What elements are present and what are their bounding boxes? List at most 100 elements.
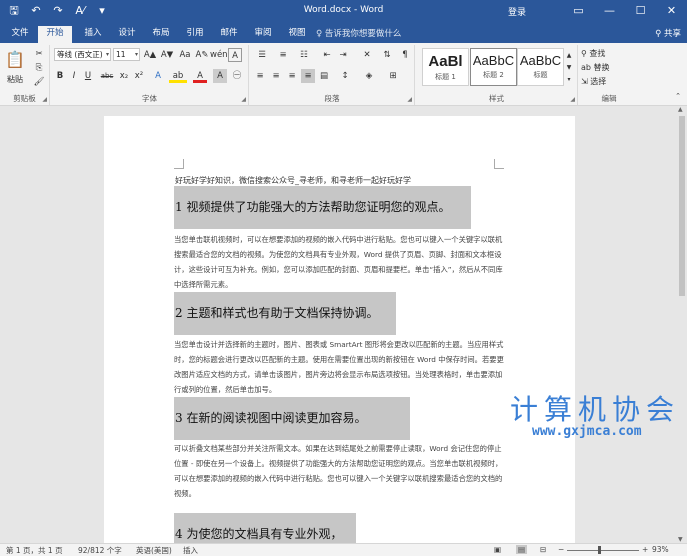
word-count[interactable]: 92/812 个字 [78, 545, 122, 556]
vertical-scrollbar[interactable]: ▲ ▼ [677, 106, 687, 543]
font-name-select[interactable]: 等线 (西文正) ▾ [54, 48, 111, 61]
superscript-button[interactable]: x² [132, 69, 146, 83]
paragraph-shading-icon[interactable]: ◈ [360, 69, 378, 83]
paragraph-group-label: 段落 [324, 94, 340, 103]
page-count[interactable]: 第 1 页，共 1 页 [6, 545, 63, 556]
scroll-up-icon[interactable]: ▲ [678, 106, 683, 113]
body-paragraph-2[interactable]: 当您单击设计并选择新的主题时，图片、图表或 SmartArt 图形将会更改以匹配… [174, 338, 507, 398]
font-color-button[interactable]: A [193, 69, 207, 83]
replace-button[interactable]: ab 替换 [581, 61, 637, 75]
heading-3[interactable]: 3 在新的阅读视图中阅读更加容易。 [174, 397, 410, 440]
bullets-icon[interactable]: ☰ [253, 48, 271, 62]
italic-button[interactable]: I [68, 69, 80, 83]
zoom-slider-thumb[interactable] [598, 546, 601, 554]
tab-review[interactable]: 审阅 [246, 26, 280, 43]
align-center-icon[interactable]: ≡ [269, 69, 283, 83]
font-size-select[interactable]: 11 ▾ [113, 48, 140, 61]
strikethrough-button[interactable]: abc [98, 69, 116, 83]
heading-2[interactable]: 2 主题和样式也有助于文档保持协调。 [174, 292, 396, 335]
decrease-indent-icon[interactable]: ⇤ [320, 48, 334, 62]
phonetic-guide-button[interactable]: wén [210, 48, 228, 62]
character-border-button[interactable]: A [228, 48, 242, 62]
zoom-in-button[interactable]: + [642, 545, 648, 554]
paste-icon[interactable]: 📋 [4, 47, 26, 73]
tab-view[interactable]: 视图 [280, 26, 314, 43]
format-painter-icon[interactable]: A⁄ [72, 3, 88, 19]
document-page[interactable]: 好玩好学好知识，微信搜索公众号_寻老师，和寻老师一起好玩好学 1 视频提供了功能… [104, 116, 575, 543]
body-paragraph-3[interactable]: 可以折叠文档某些部分并关注所需文本。如果在达到结尾处之前需要停止读取，Word … [174, 442, 507, 502]
insert-mode[interactable]: 插入 [183, 545, 198, 556]
distributed-icon[interactable]: ▤ [317, 69, 331, 83]
line-spacing-icon[interactable]: ↕ [336, 69, 354, 83]
select-button[interactable]: ⇲ 选择 [581, 75, 637, 89]
align-left-icon[interactable]: ≡ [253, 69, 267, 83]
grow-font-button[interactable]: A▲ [142, 48, 158, 62]
justify-icon[interactable]: ≡ [301, 69, 315, 83]
numbering-icon[interactable]: ≡ [274, 48, 292, 62]
clipboard-launcher-icon[interactable]: ◢ [42, 96, 47, 103]
heading-1[interactable]: 1 视频提供了功能强大的方法帮助您证明您的观点。 [174, 186, 471, 229]
text-effects-button[interactable]: A [151, 69, 165, 83]
change-case-button[interactable]: Aa [177, 48, 193, 62]
tab-file[interactable]: 文件 [4, 26, 36, 43]
style-heading2[interactable]: AaBbC 标题 2 [470, 48, 517, 86]
close-button[interactable]: ✕ [656, 0, 687, 24]
share-button[interactable]: ⚲ 共享 [655, 27, 681, 39]
font-launcher-icon[interactable]: ◢ [241, 96, 246, 103]
multilevel-list-icon[interactable]: ☷ [295, 48, 313, 62]
tab-mailings[interactable]: 邮件 [212, 26, 246, 43]
chinese-layout-icon[interactable]: ✕ [358, 48, 376, 62]
tab-home[interactable]: 开始 [38, 26, 72, 43]
zoom-out-button[interactable]: − [558, 545, 564, 554]
paste-button-label[interactable]: 粘贴 [4, 73, 26, 87]
maximize-button[interactable]: ☐ [625, 0, 656, 24]
tab-design[interactable]: 设计 [110, 26, 144, 43]
heading-4[interactable]: 4 为使您的文档具有专业外观， [174, 513, 356, 543]
borders-icon[interactable]: ⊞ [384, 69, 402, 83]
subscript-button[interactable]: x₂ [117, 69, 131, 83]
login-link[interactable]: 登录 [508, 5, 526, 18]
highlight-button[interactable]: ab [169, 69, 187, 83]
bold-button[interactable]: B [54, 69, 66, 83]
tab-insert[interactable]: 插入 [76, 26, 110, 43]
watermark-url: www.gxjmca.com [532, 424, 642, 439]
character-shading-button[interactable]: A [213, 69, 227, 83]
style-sample: AaBbC [519, 53, 562, 68]
save-icon[interactable]: 🖫 [6, 3, 22, 19]
clear-formatting-button[interactable]: A✎ [195, 48, 209, 62]
sort-icon[interactable]: ⇅ [380, 48, 394, 62]
style-heading1[interactable]: AaBl 标题 1 [422, 48, 469, 86]
styles-more-icon[interactable]: ▾ [564, 73, 574, 87]
ribbon-display-options-icon[interactable]: ▭ [563, 0, 594, 24]
scrollbar-thumb[interactable] [679, 116, 685, 296]
style-title[interactable]: AaBbC 标题 [517, 48, 564, 86]
align-right-icon[interactable]: ≡ [285, 69, 299, 83]
body-paragraph-1[interactable]: 当您单击联机视频时，可以在想要添加的视频的嵌入代码中进行粘贴。您也可以键入一个关… [174, 233, 507, 293]
find-button[interactable]: ⚲ 查找 [581, 47, 637, 61]
minimize-button[interactable]: — [594, 0, 625, 24]
underline-button[interactable]: U [82, 69, 94, 83]
enclose-characters-button[interactable]: ㊀ [230, 69, 244, 83]
cut-icon[interactable]: ✂ [32, 47, 46, 61]
web-layout-icon[interactable]: ⊟ [540, 545, 546, 554]
collapse-ribbon-icon[interactable]: ⌃ [672, 89, 684, 103]
undo-icon[interactable]: ↶ [28, 3, 44, 19]
zoom-level[interactable]: 93% [652, 545, 669, 554]
show-marks-icon[interactable]: ¶ [398, 48, 412, 62]
shrink-font-button[interactable]: A▼ [159, 48, 175, 62]
increase-indent-icon[interactable]: ⇥ [336, 48, 350, 62]
styles-launcher-icon[interactable]: ◢ [570, 96, 575, 103]
tell-me-search[interactable]: ♀ 告诉我你想要做什么 [316, 27, 401, 39]
scroll-down-icon[interactable]: ▼ [678, 536, 683, 543]
tab-layout[interactable]: 布局 [144, 26, 178, 43]
tab-references[interactable]: 引用 [178, 26, 212, 43]
format-painter-icon[interactable]: 🖌 [32, 75, 46, 89]
customize-qat-icon[interactable]: ▾ [94, 3, 110, 19]
redo-icon[interactable]: ↷ [50, 3, 66, 19]
print-layout-icon[interactable]: ▤ [516, 545, 528, 554]
language-indicator[interactable]: 英语(美国) [136, 545, 172, 556]
zoom-slider[interactable] [567, 550, 639, 551]
read-mode-icon[interactable]: ▣ [494, 545, 501, 554]
paragraph-launcher-icon[interactable]: ◢ [407, 96, 412, 103]
copy-icon[interactable]: ⎘ [32, 61, 46, 75]
